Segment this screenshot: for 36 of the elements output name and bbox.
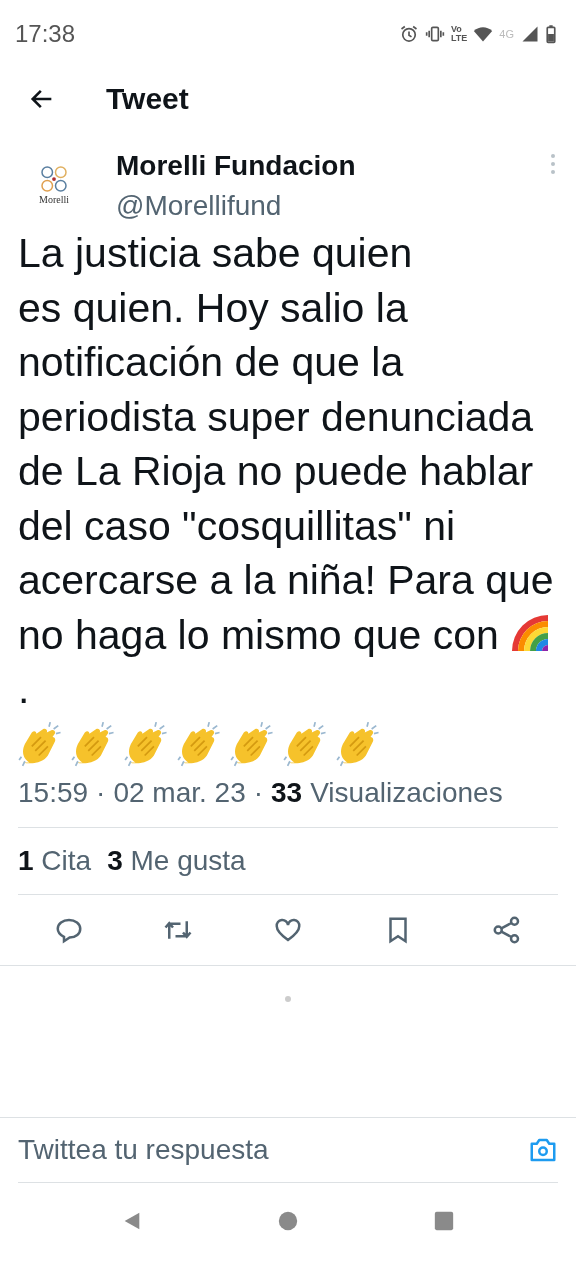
clapping-hands-icon — [230, 720, 276, 767]
recents-square-icon[interactable] — [433, 1210, 455, 1233]
wifi-icon — [473, 24, 494, 44]
volte-label: LTE — [450, 34, 468, 43]
tweet-time[interactable]: 15:59 — [18, 776, 89, 809]
vibrate-icon — [424, 24, 445, 44]
separator-dot: · — [96, 776, 106, 809]
battery-icon — [546, 24, 556, 44]
clapping-hands-icon — [336, 720, 382, 767]
views-count: 33 — [271, 776, 303, 809]
tweet-date[interactable]: 02 mar. 23 — [113, 776, 246, 809]
signal-icon — [520, 24, 540, 44]
network-label: 4G — [499, 28, 514, 40]
clapping-hands-icon — [18, 720, 64, 767]
clapping-hands-icon — [283, 720, 329, 767]
status-time: 17:38 — [15, 20, 76, 48]
header-title: Tweet — [106, 82, 189, 116]
stat-link[interactable]: 1 Cita — [18, 844, 92, 877]
tweet-text: La justicia sabe quien es quien. Hoy salio la notificación de que la periodista super denunciada de La Rioja no puede hablar del caso "cosquillitas" ni acercarse a la niña! Para que no haga lo mismo que con . — [17, 229, 555, 714]
author-name[interactable]: Morelli Fundacion — [116, 150, 356, 182]
avatar-logo[interactable]: Morelli — [20, 150, 88, 218]
loading-dot — [285, 995, 291, 1002]
reply-field[interactable]: Twittea tu respuesta — [18, 1133, 528, 1166]
clapping-hands-icon — [71, 720, 117, 767]
logo-text: Morelli — [39, 193, 69, 205]
hands-logo-icon — [39, 163, 69, 194]
separator-dot: · — [253, 776, 264, 809]
alarm-icon — [398, 24, 419, 44]
stat-link[interactable]: 3 Me gusta — [107, 844, 246, 877]
views-label: Visualizaciones — [310, 776, 503, 809]
home-circle-icon[interactable] — [277, 1210, 299, 1233]
rainbow-icon — [510, 612, 551, 653]
clapping-hands-icon — [124, 720, 170, 767]
volte-label: Vo — [450, 25, 463, 34]
author-handle[interactable]: @Morellifund — [116, 190, 282, 222]
clapping-hands-icon — [177, 720, 223, 767]
